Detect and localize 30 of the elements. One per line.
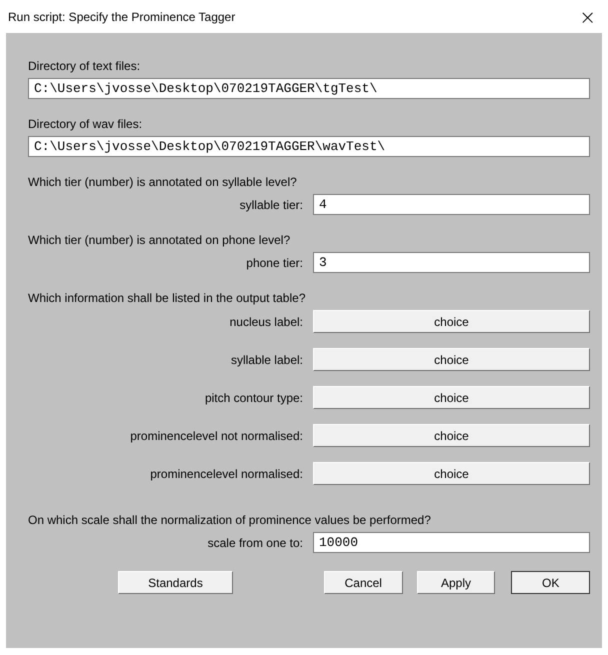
option-label: nucleus label:	[228, 314, 303, 328]
choice-button[interactable]: choice	[313, 462, 590, 485]
section-heading: Which tier (number) is annotated on phone level?	[28, 233, 292, 247]
directory-field[interactable]: C:\Users\jvosse\Desktop\070219TAGGER\wavTest\	[28, 136, 590, 157]
close-button[interactable]: ×	[575, 6, 600, 26]
field-label: syllable tier:	[238, 198, 303, 212]
choice-button[interactable]: choice	[313, 386, 590, 409]
number-field[interactable]: 4	[313, 194, 590, 215]
section-heading: Directory of wav files:	[28, 117, 144, 131]
dialog-button[interactable]: Apply	[416, 571, 496, 594]
window-title: Run script: Specify the Prominence Tagger	[8, 10, 236, 24]
number-field[interactable]: 3	[313, 252, 590, 273]
section-heading: Which information shall be listed in the output table?	[28, 291, 306, 305]
field-label: phone tier:	[245, 256, 303, 270]
directory-field[interactable]: C:\Users\jvosse\Desktop\070219TAGGER\tgTest\	[28, 78, 590, 99]
choice-button[interactable]: choice	[313, 348, 590, 371]
section-heading: On which scale shall the normalization of prominence values be performed?	[28, 513, 432, 527]
option-label: prominencelevel normalised:	[149, 466, 303, 480]
choice-button[interactable]: choice	[313, 310, 590, 333]
section-heading: Which tier (number) is annotated on syllable level?	[28, 175, 298, 189]
field-label: scale from one to:	[206, 536, 303, 550]
dialog-button[interactable]: Standards	[118, 571, 233, 594]
number-field[interactable]: 10000	[313, 532, 590, 553]
option-label: syllable label:	[230, 352, 303, 366]
dialog-button[interactable]: Cancel	[324, 571, 403, 594]
dialog-button[interactable]: OK	[511, 571, 590, 594]
option-label: prominencelevel not normalised:	[129, 428, 303, 442]
choice-button[interactable]: choice	[313, 424, 590, 447]
option-label: pitch contour type:	[204, 390, 303, 404]
section-heading: Directory of text files:	[28, 59, 142, 73]
